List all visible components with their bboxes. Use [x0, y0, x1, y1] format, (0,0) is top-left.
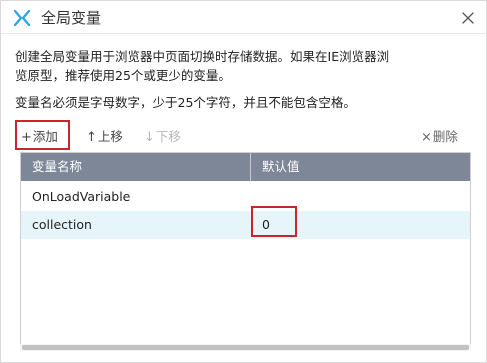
dialog-title: 全局变量: [41, 9, 102, 27]
description-line-1: 创建全局变量用于浏览器中页面切换时存储数据。如果在IE浏览器浏: [15, 49, 390, 64]
column-divider[interactable]: [250, 153, 251, 181]
delete-variable-button[interactable]: ×删除: [421, 128, 458, 146]
table-row-selected[interactable]: collection 0: [21, 211, 470, 239]
delete-label: 删除: [432, 129, 458, 144]
variables-table: 变量名称 默认值 OnLoadVariable collection 0: [20, 152, 471, 351]
arrow-down-icon: ↓: [144, 130, 155, 145]
scrollbar-thumb[interactable]: [22, 345, 469, 350]
variable-name-cell[interactable]: OnLoadVariable: [32, 183, 130, 211]
global-variables-dialog: 全局变量 创建全局变量用于浏览器中页面切换时存储数据。如果在IE浏览器浏 览原型…: [0, 0, 487, 363]
move-down-label: 下移: [155, 129, 181, 144]
dialog-titlebar: 全局变量: [1, 1, 486, 34]
move-up-label: 上移: [97, 129, 123, 144]
table-header: 变量名称 默认值: [21, 153, 470, 181]
horizontal-scrollbar[interactable]: [20, 344, 471, 351]
description-line-3: 变量名必须是字母数字，少于25个字符，并且不能包含空格。: [15, 95, 356, 110]
column-header-variable-name: 变量名称: [32, 159, 83, 174]
description-line-2: 览原型，推荐使用25个或更少的变量。: [15, 68, 231, 83]
table-row[interactable]: OnLoadVariable: [21, 183, 470, 211]
variable-name-cell[interactable]: collection: [32, 211, 92, 239]
move-down-button[interactable]: ↓下移: [144, 128, 181, 146]
add-label: 添加: [32, 129, 58, 144]
default-value-cell[interactable]: 0: [262, 211, 270, 239]
add-variable-button[interactable]: +添加: [21, 128, 58, 146]
axure-x-logo-icon: [13, 9, 31, 27]
column-header-default-value: 默认值: [262, 159, 300, 174]
delete-x-icon: ×: [421, 130, 432, 145]
move-up-button[interactable]: ↑上移: [86, 128, 123, 146]
close-icon[interactable]: [460, 10, 476, 26]
arrow-up-icon: ↑: [86, 130, 97, 145]
plus-icon: +: [21, 130, 32, 145]
